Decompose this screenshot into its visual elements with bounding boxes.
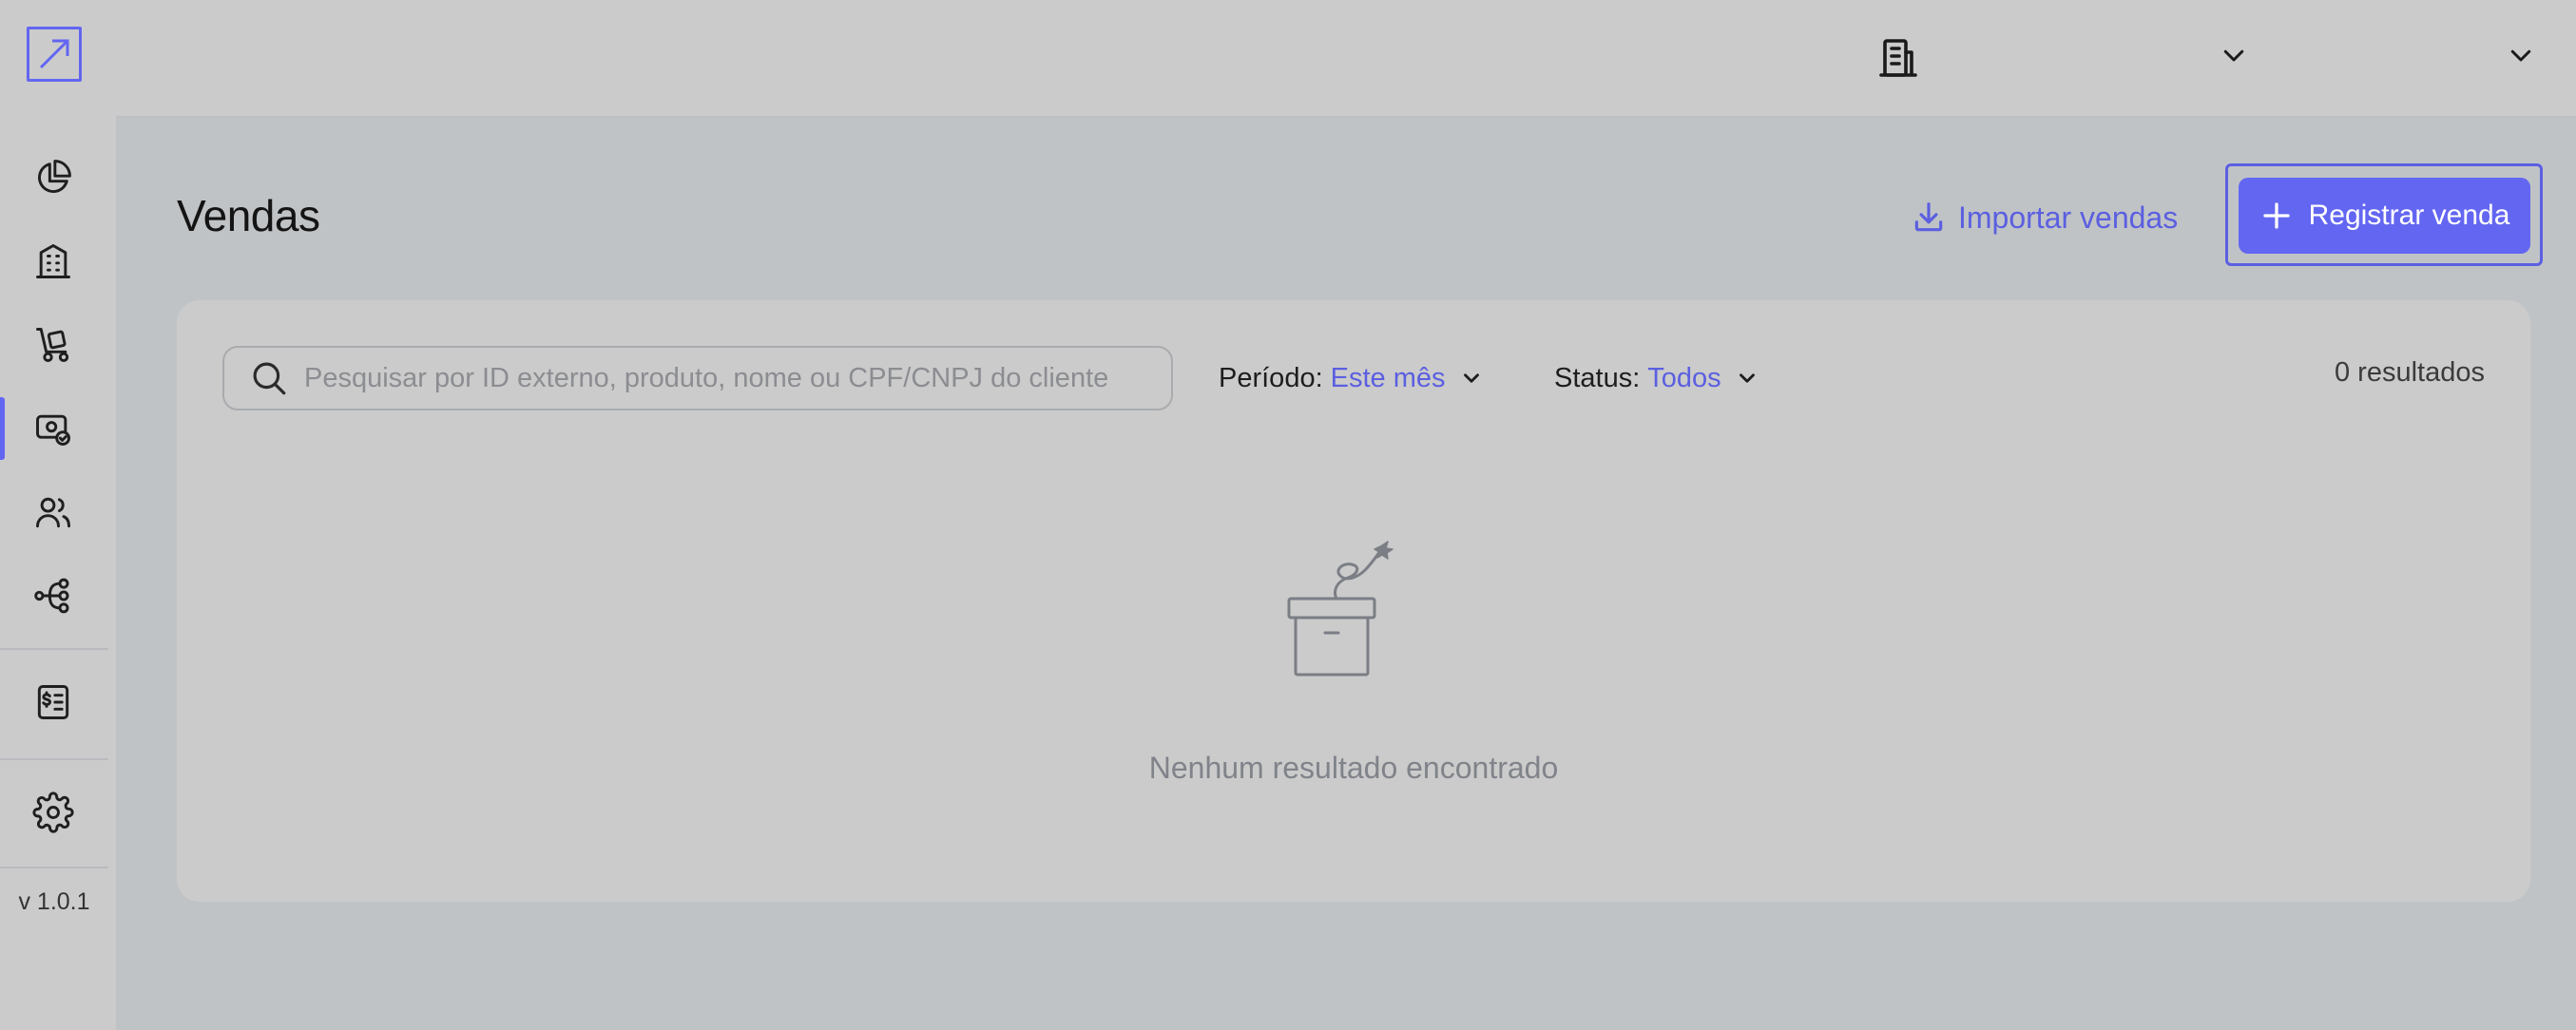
download-icon — [1914, 202, 1943, 232]
sidebar-item-dashboard[interactable] — [28, 152, 79, 203]
sidebar-item-sales[interactable] — [28, 403, 79, 454]
import-sales-label: Importar vendas — [1958, 200, 2179, 235]
chevron-down-icon — [1739, 373, 1755, 383]
sidebar: v 1.0.1 — [0, 0, 116, 1030]
pie-chart-icon — [38, 160, 71, 193]
topbar — [116, 0, 2576, 118]
register-sale-button[interactable]: Registrar venda — [2239, 178, 2530, 254]
status-filter-label: Status: — [1554, 362, 1641, 393]
sidebar-divider — [0, 867, 108, 868]
chevron-down-icon — [1463, 373, 1479, 383]
search-box[interactable] — [222, 346, 1173, 410]
results-count: 0 resultados — [2335, 357, 2485, 388]
chevron-down-icon — [2510, 49, 2531, 62]
sidebar-divider — [0, 758, 108, 760]
company-dropdown-toggle[interactable] — [2217, 38, 2251, 72]
active-indicator — [0, 397, 5, 460]
network-icon — [34, 578, 69, 614]
period-filter[interactable]: Período: Este mês — [1219, 357, 1484, 399]
users-icon — [36, 497, 70, 528]
app-version: v 1.0.1 — [18, 888, 90, 915]
company-selector[interactable] — [1871, 32, 1926, 84]
gear-icon — [32, 792, 74, 833]
status-filter[interactable]: Status: Todos — [1554, 357, 1759, 399]
sidebar-divider — [0, 648, 108, 650]
sidebar-item-products[interactable] — [28, 319, 79, 371]
user-dropdown-toggle[interactable] — [2504, 38, 2538, 72]
money-tag-icon — [36, 414, 70, 446]
status-filter-value: Todos — [1647, 362, 1721, 393]
building-icon — [36, 244, 70, 278]
import-sales-button[interactable]: Importar vendas — [1911, 194, 2178, 241]
sidebar-item-settings[interactable] — [28, 787, 79, 838]
sidebar-item-customers[interactable] — [28, 486, 79, 538]
period-filter-label: Período: — [1219, 362, 1323, 393]
logo[interactable] — [27, 27, 82, 82]
arrow-up-right-square-icon — [39, 39, 69, 69]
sidebar-item-integrations[interactable] — [28, 570, 79, 621]
register-sale-label: Registrar venda — [2308, 200, 2510, 231]
sidebar-item-companies[interactable] — [28, 236, 79, 287]
invoice-icon — [37, 685, 69, 719]
sales-panel: Período: Este mês Status: Todos 0 result… — [177, 300, 2530, 902]
period-filter-value: Este mês — [1330, 362, 1446, 393]
search-icon — [253, 362, 286, 395]
building-icon — [1879, 39, 1917, 77]
chevron-down-icon — [2223, 49, 2244, 62]
empty-state-message: Nenhum resultado encontrado — [1148, 751, 1559, 785]
plus-icon — [2262, 202, 2290, 229]
empty-box-icon — [1287, 541, 1394, 677]
search-input[interactable] — [304, 362, 1141, 394]
page-title: Vendas — [177, 191, 320, 240]
sidebar-item-billing[interactable] — [28, 677, 79, 728]
hand-truck-icon — [36, 328, 69, 362]
